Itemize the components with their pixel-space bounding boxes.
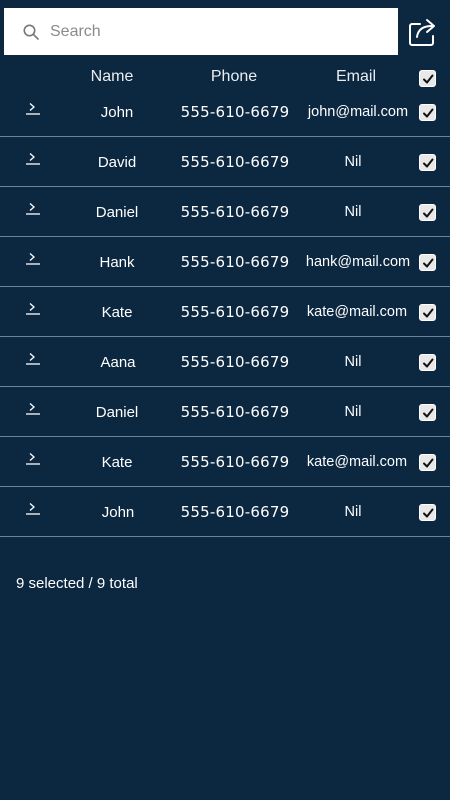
contact-email: kate@mail.com [306, 304, 408, 320]
row-checkbox[interactable] [419, 454, 436, 471]
contact-phone: 555-610-6679 [180, 103, 290, 121]
row-checkbox[interactable] [419, 104, 436, 121]
row-checkbox[interactable] [419, 504, 436, 521]
row-checkbox[interactable] [419, 204, 436, 221]
contact-name: Kate [101, 304, 133, 321]
row-checkbox[interactable] [419, 404, 436, 421]
contact-email: john@mail.com [307, 104, 409, 120]
contact-email: hank@mail.com [305, 254, 411, 270]
contact-phone: 555-610-6679 [180, 253, 290, 271]
checkmark-icon [422, 508, 433, 517]
chevron-right-icon[interactable] [26, 151, 40, 165]
row-checkbox[interactable] [419, 254, 436, 271]
table-row[interactable]: David 555-610-6679 Nil [0, 137, 450, 187]
chevron-right-icon[interactable] [26, 201, 40, 215]
contact-name: Daniel [95, 404, 139, 421]
contact-name: Kate [101, 454, 133, 471]
chevron-right-icon[interactable] [26, 401, 40, 415]
table-row[interactable]: Kate 555-610-6679 kate@mail.com [0, 287, 450, 337]
contact-email: Nil [344, 404, 362, 420]
checkmark-icon [422, 308, 433, 317]
contact-email: Nil [344, 204, 362, 220]
chevron-right-icon[interactable] [26, 301, 40, 315]
contact-name: Hank [99, 254, 135, 271]
chevron-right-icon[interactable] [26, 101, 40, 115]
chevron-right-icon[interactable] [26, 351, 40, 365]
chevron-right-icon[interactable] [26, 501, 40, 515]
contact-phone: 555-610-6679 [180, 353, 290, 371]
select-all-checkbox[interactable] [419, 70, 436, 87]
table-row[interactable]: Kate 555-610-6679 kate@mail.com [0, 437, 450, 487]
share-icon[interactable] [407, 16, 439, 48]
table-row[interactable]: Hank 555-610-6679 hank@mail.com [0, 237, 450, 287]
column-header-phone: Phone [210, 68, 258, 85]
contact-name: Aana [100, 354, 136, 371]
chevron-right-icon[interactable] [26, 251, 40, 265]
contact-phone: 555-610-6679 [180, 303, 290, 321]
contact-email: Nil [344, 354, 362, 370]
contact-name: David [97, 154, 137, 171]
top-bar [0, 0, 450, 62]
search-input[interactable] [50, 22, 370, 41]
contact-phone: 555-610-6679 [180, 453, 290, 471]
contact-phone: 555-610-6679 [180, 153, 290, 171]
chevron-right-icon[interactable] [26, 451, 40, 465]
search-bar[interactable] [4, 8, 398, 55]
contact-email: kate@mail.com [306, 454, 408, 470]
table-row[interactable]: Daniel 555-610-6679 Nil [0, 187, 450, 237]
contact-name: John [101, 504, 135, 521]
row-checkbox[interactable] [419, 154, 436, 171]
table-row[interactable]: John 555-610-6679 john@mail.com [0, 87, 450, 137]
table-row[interactable]: Daniel 555-610-6679 Nil [0, 387, 450, 437]
column-header-name: Name [90, 68, 134, 85]
checkmark-icon [422, 158, 433, 167]
checkmark-icon [422, 358, 433, 367]
table-row[interactable]: John 555-610-6679 Nil [0, 487, 450, 537]
checkmark-icon [422, 208, 433, 217]
contact-phone: 555-610-6679 [180, 203, 290, 221]
contact-email: Nil [344, 154, 362, 170]
checkmark-icon [422, 408, 433, 417]
checkmark-icon [422, 108, 433, 117]
checkmark-icon [422, 458, 433, 467]
contact-email: Nil [344, 504, 362, 520]
contact-list: John 555-610-6679 john@mail.com David 55… [0, 87, 450, 537]
contact-name: John [100, 104, 134, 121]
column-header-email: Email [335, 68, 377, 85]
selection-summary: 9 selected / 9 total [16, 575, 138, 592]
table-header: Name Phone Email [0, 62, 450, 90]
row-checkbox[interactable] [419, 354, 436, 371]
contact-name: Daniel [95, 204, 139, 221]
contact-phone: 555-610-6679 [180, 403, 290, 421]
checkmark-icon [422, 258, 433, 267]
contact-phone: 555-610-6679 [180, 503, 290, 521]
row-checkbox[interactable] [419, 304, 436, 321]
table-row[interactable]: Aana 555-610-6679 Nil [0, 337, 450, 387]
search-icon [23, 24, 39, 40]
checkmark-icon [422, 74, 433, 83]
